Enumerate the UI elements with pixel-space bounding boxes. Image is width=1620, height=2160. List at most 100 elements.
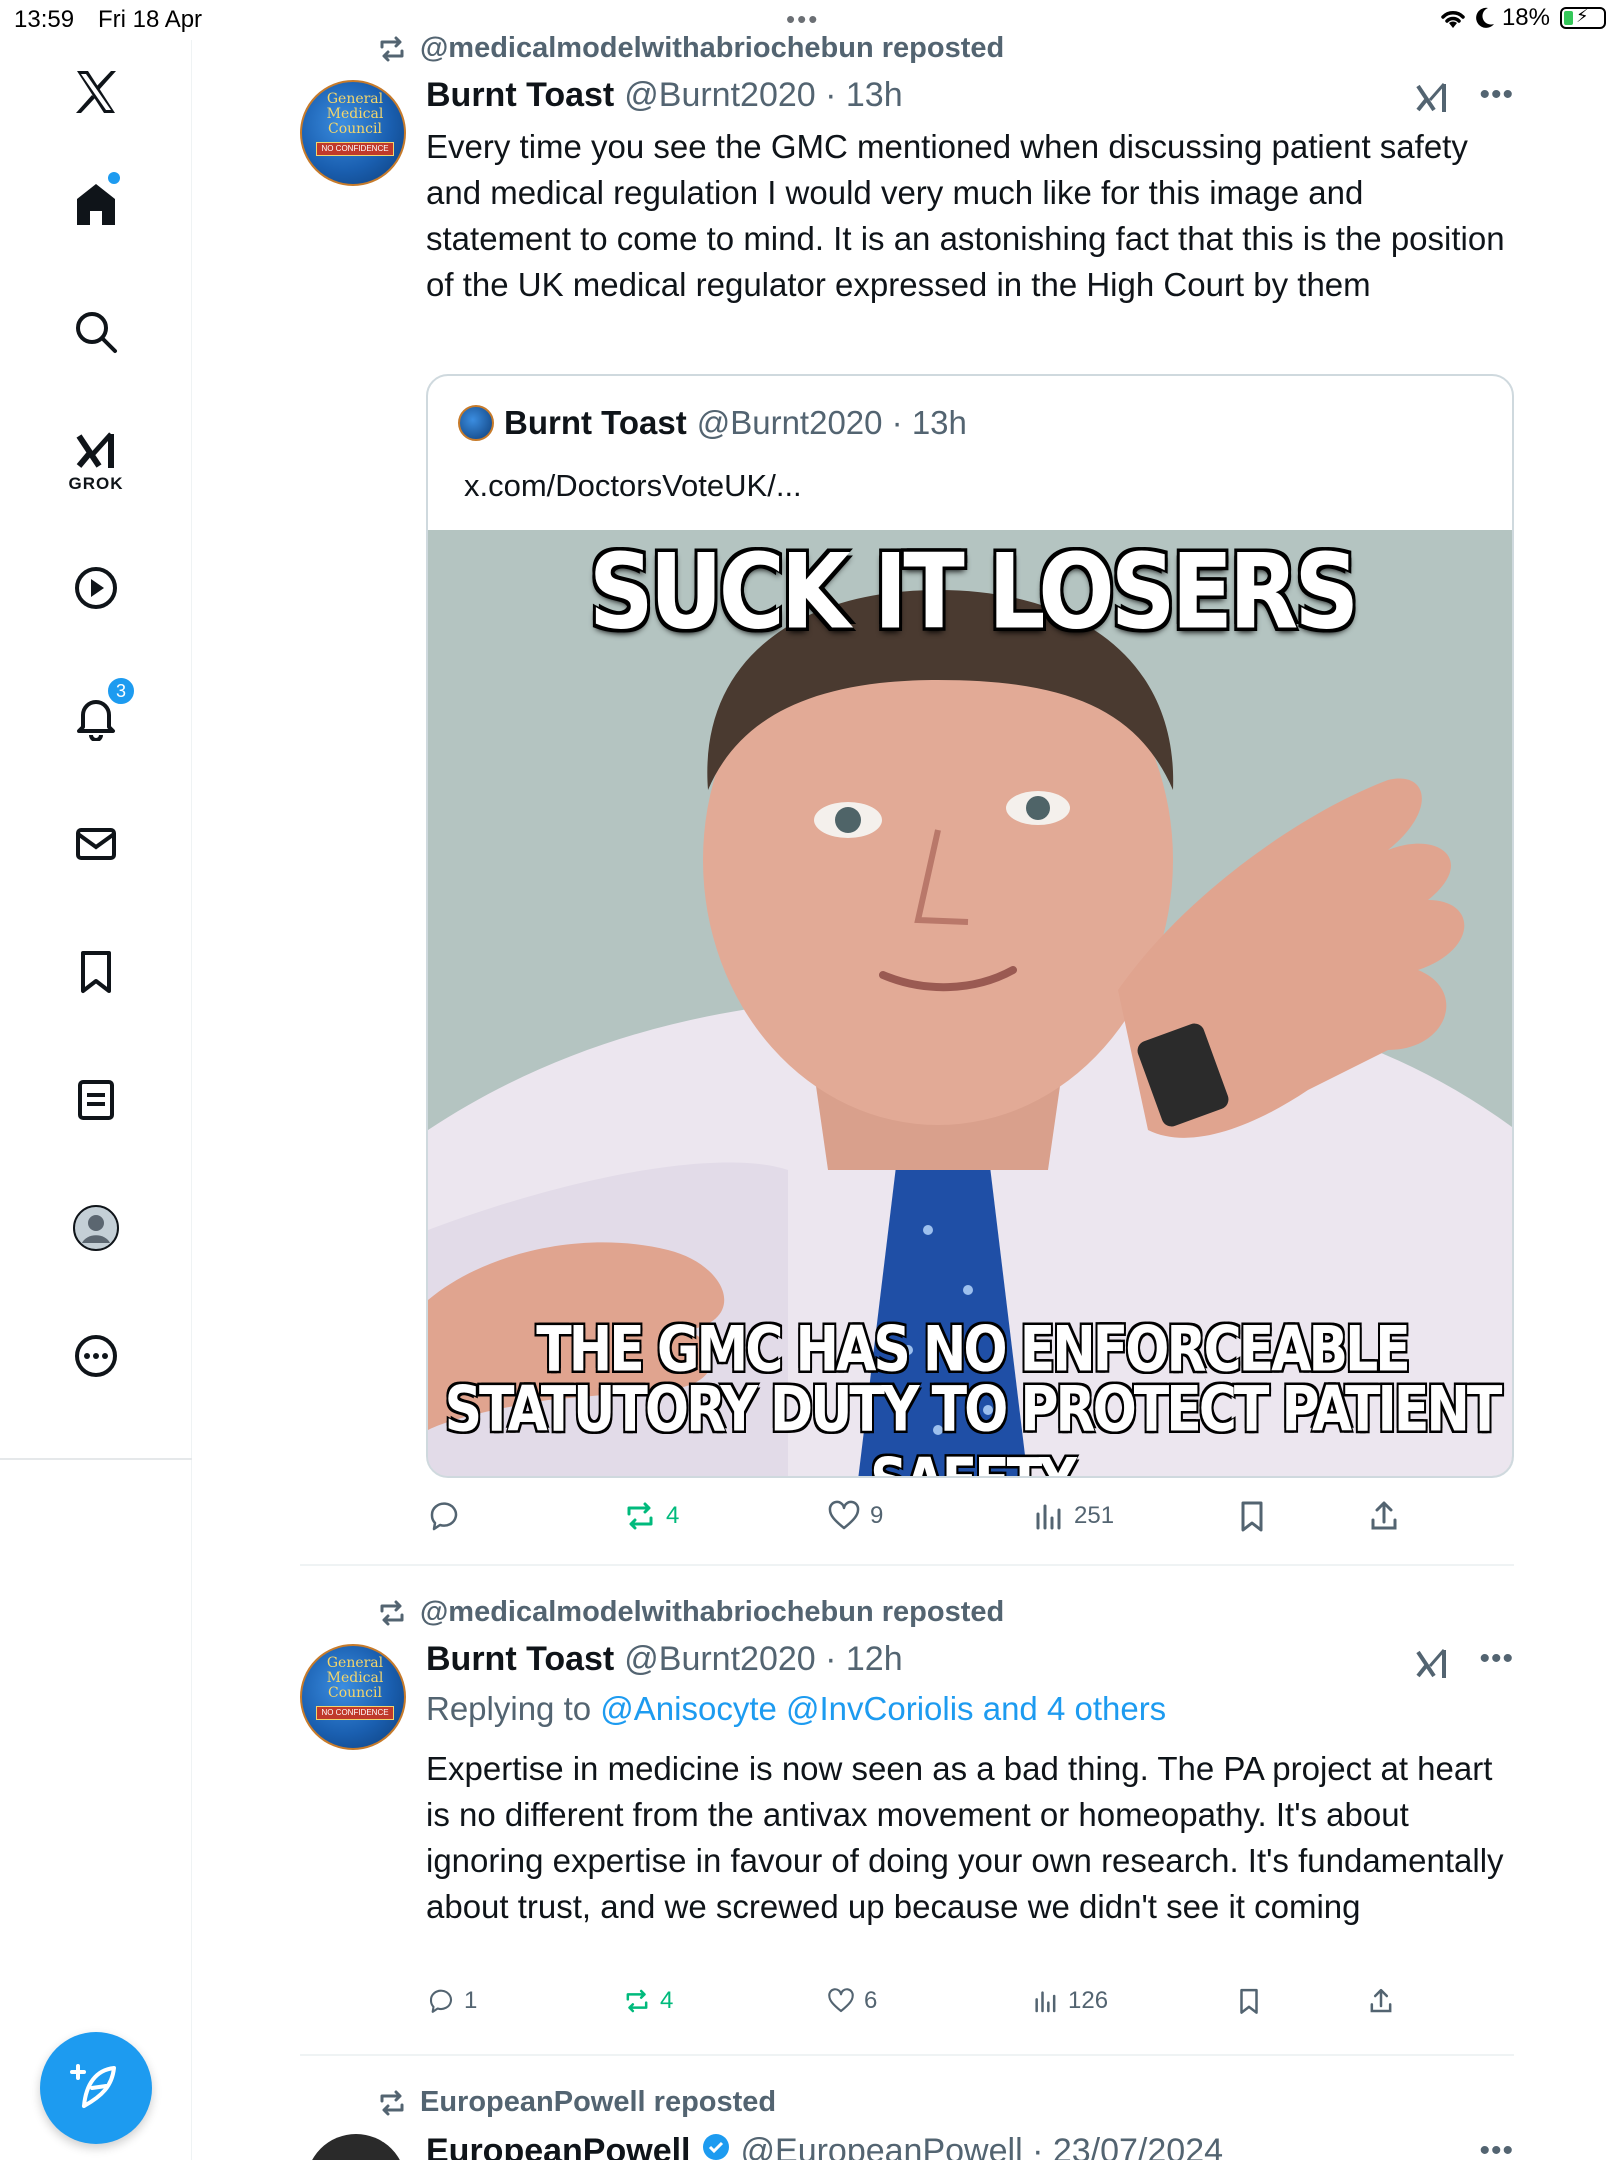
avatar-band: NO CONFIDENCE bbox=[316, 1706, 394, 1720]
post-actions: 1 4 6 126 bbox=[426, 1986, 1426, 2036]
sidebar-item-video[interactable] bbox=[52, 544, 140, 632]
more-options-icon[interactable]: ••• bbox=[1479, 2134, 1514, 2160]
sidebar-item-profile[interactable] bbox=[52, 1184, 140, 1272]
heart-icon bbox=[828, 1988, 854, 2013]
views-button[interactable]: 126 bbox=[1030, 1986, 1108, 2016]
replying-to-prefix: Replying to bbox=[426, 1690, 601, 1727]
sidebar-divider bbox=[0, 1458, 192, 1460]
repost-icon bbox=[626, 1989, 648, 2013]
quote-header: Burnt Toast @Burnt2020 · 13h bbox=[458, 404, 967, 442]
more-options-icon[interactable]: ••• bbox=[1479, 1642, 1514, 1676]
grok-icon[interactable] bbox=[1412, 1644, 1452, 1684]
sidebar-item-lists[interactable] bbox=[52, 1056, 140, 1144]
views-chart-icon bbox=[1035, 1991, 1056, 2013]
repost-indicator: @medicalmodelwithabriochebun reposted bbox=[376, 1596, 1004, 1629]
play-icon bbox=[75, 567, 117, 609]
like-count: 6 bbox=[864, 1987, 878, 2014]
author-name[interactable]: Burnt Toast bbox=[426, 76, 614, 115]
bookmark-button[interactable] bbox=[1234, 1986, 1264, 2016]
repost-count: 4 bbox=[666, 1502, 680, 1529]
repost-indicator: @medicalmodelwithabriochebun reposted bbox=[376, 32, 1004, 65]
bookmark-icon bbox=[81, 951, 111, 993]
post-divider bbox=[300, 2054, 1514, 2056]
avatar-band: NO CONFIDENCE bbox=[316, 142, 394, 156]
avatar-text: General Medical Council bbox=[326, 91, 384, 137]
list-icon bbox=[78, 1080, 114, 1120]
home-unread-dot bbox=[108, 172, 120, 184]
meme-image[interactable]: SUCK IT LOSERS THE GMC HAS NO ENFORCEABL… bbox=[428, 530, 1512, 1476]
sidebar-item-bookmarks[interactable] bbox=[52, 928, 140, 1016]
mail-icon bbox=[76, 828, 116, 860]
bookmark-icon bbox=[1240, 1988, 1258, 2014]
sidebar-item-notifications[interactable]: 3 bbox=[52, 672, 140, 760]
views-button[interactable]: 251 bbox=[1030, 1498, 1114, 1534]
author-avatar[interactable] bbox=[306, 2134, 406, 2160]
author-name[interactable]: Burnt Toast bbox=[426, 1640, 614, 1679]
reply-button[interactable] bbox=[426, 1498, 470, 1534]
profile-avatar-icon bbox=[73, 1205, 119, 1251]
reply-button[interactable]: 1 bbox=[426, 1986, 477, 2016]
meme-bottom-caption-line-2: STATUTORY DUTY TO PROTECT PATIENT SAFETY bbox=[444, 1374, 1503, 1476]
author-handle-time[interactable]: @Burnt2020 · 13h bbox=[624, 76, 902, 115]
repost-icon bbox=[627, 1502, 653, 1530]
repost-icon bbox=[380, 1600, 404, 1625]
more-options-icon[interactable]: ••• bbox=[1479, 78, 1514, 112]
grok-icon[interactable] bbox=[1412, 78, 1452, 118]
x-logo-icon[interactable] bbox=[52, 48, 140, 136]
post-text: Expertise in medicine is now seen as a b… bbox=[426, 1750, 1504, 1925]
post-header: Burnt Toast @Burnt2020 · 13h bbox=[426, 76, 903, 115]
bookmark-button[interactable] bbox=[1234, 1498, 1270, 1534]
grok-label: GROK bbox=[68, 474, 124, 493]
like-button[interactable]: 6 bbox=[826, 1986, 877, 2016]
replying-to-users[interactable]: @Anisocyte @InvCoriolis and 4 others bbox=[600, 1690, 1166, 1727]
quoted-post[interactable]: Burnt Toast @Burnt2020 · 13h x.com/Docto… bbox=[426, 374, 1514, 1478]
views-chart-icon bbox=[1036, 1504, 1061, 1530]
reply-count: 1 bbox=[464, 1987, 478, 2014]
share-icon bbox=[1371, 1501, 1397, 1530]
view-count: 251 bbox=[1074, 1502, 1115, 1529]
share-button[interactable] bbox=[1366, 1498, 1402, 1534]
quote-author-handle-time: @Burnt2020 · 13h bbox=[696, 404, 967, 441]
sidebar-item-explore[interactable] bbox=[52, 288, 140, 376]
reply-icon bbox=[429, 1989, 452, 2013]
sidebar-item-home[interactable] bbox=[52, 160, 140, 248]
avatar-text: General Medical Council bbox=[326, 1655, 384, 1701]
like-button[interactable]: 9 bbox=[826, 1498, 883, 1534]
sidebar-item-more[interactable] bbox=[52, 1312, 140, 1400]
post-actions: 4 9 251 bbox=[426, 1498, 1426, 1548]
author-avatar[interactable]: General Medical Council NO CONFIDENCE bbox=[300, 80, 406, 186]
notifications-badge: 3 bbox=[106, 676, 136, 706]
repost-indicator: EuropeanPowell reposted bbox=[376, 2086, 776, 2119]
reply-icon bbox=[430, 1502, 458, 1531]
quote-link[interactable]: x.com/DoctorsVoteUK/... bbox=[464, 468, 802, 504]
author-avatar[interactable]: General Medical Council NO CONFIDENCE bbox=[300, 1644, 406, 1750]
status-time: 13:59 bbox=[14, 6, 75, 33]
repost-by: @medicalmodelwithabriochebun reposted bbox=[420, 32, 1005, 64]
sidebar-item-messages[interactable] bbox=[52, 800, 140, 888]
author-handle-time[interactable]: @EuropeanPowell · 23/07/2024 bbox=[741, 2132, 1224, 2160]
share-icon bbox=[1370, 1988, 1392, 2013]
repost-button[interactable]: 4 bbox=[622, 1986, 673, 2016]
author-handle-time[interactable]: @Burnt2020 · 12h bbox=[624, 1640, 902, 1679]
meme-top-caption: SUCK IT LOSERS bbox=[588, 532, 1359, 653]
repost-icon bbox=[380, 2090, 404, 2115]
post-header: Burnt Toast @Burnt2020 · 12h bbox=[426, 1640, 903, 1679]
share-button[interactable] bbox=[1366, 1986, 1396, 2016]
repost-count: 4 bbox=[660, 1987, 674, 2014]
more-circle-icon bbox=[75, 1335, 117, 1377]
compose-post-button[interactable] bbox=[40, 2032, 152, 2144]
home-icon bbox=[77, 184, 115, 225]
post-header: EuropeanPowell @EuropeanPowell · 23/07/2… bbox=[426, 2132, 1223, 2160]
verified-badge-icon bbox=[702, 2134, 729, 2160]
post-text: Every time you see the GMC mentioned whe… bbox=[426, 128, 1505, 303]
post-divider bbox=[300, 1564, 1514, 1566]
compose-feather-icon bbox=[70, 2064, 116, 2108]
view-count: 126 bbox=[1068, 1987, 1109, 2014]
quote-author-name: Burnt Toast bbox=[504, 404, 687, 441]
author-name[interactable]: EuropeanPowell bbox=[426, 2132, 691, 2160]
repost-icon bbox=[380, 36, 404, 61]
sidebar-item-grok[interactable]: GROK bbox=[52, 416, 140, 504]
status-date: Fri 18 Apr bbox=[98, 6, 203, 33]
heart-icon bbox=[828, 1500, 860, 1530]
repost-button[interactable]: 4 bbox=[622, 1498, 679, 1534]
